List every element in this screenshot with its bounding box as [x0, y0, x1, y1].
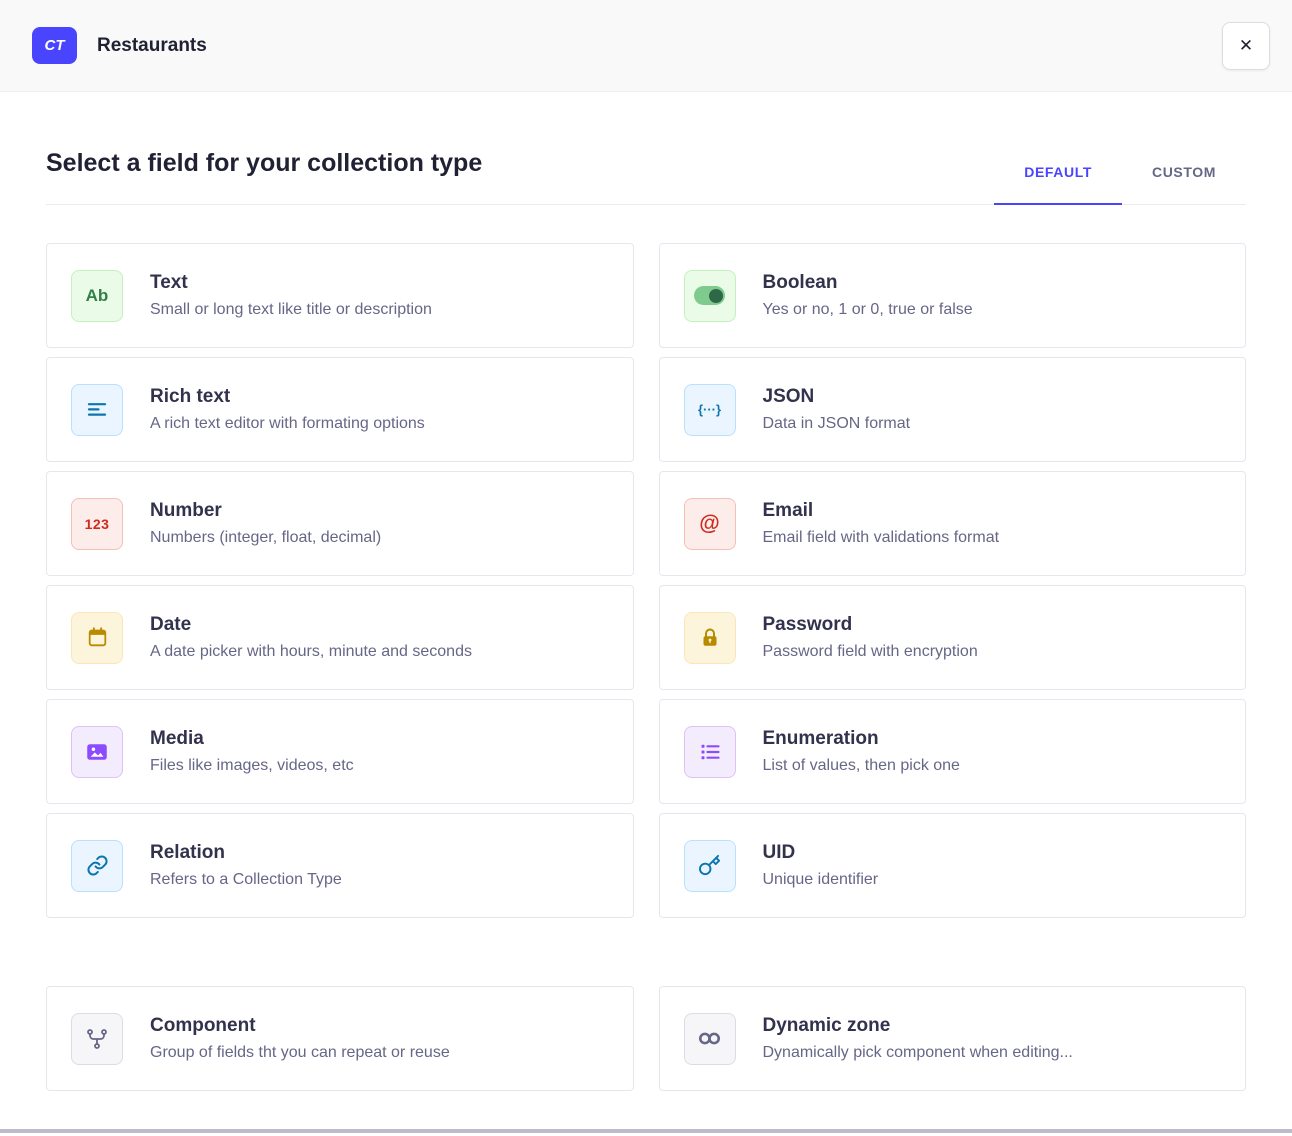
- tab-default[interactable]: DEFAULT: [994, 164, 1122, 204]
- tab-custom[interactable]: CUSTOM: [1122, 164, 1246, 204]
- calendar-icon: [71, 612, 123, 664]
- field-card-password[interactable]: Password Password field with encryption: [659, 585, 1247, 690]
- fields-grid: Ab Text Small or long text like title or…: [46, 243, 1246, 918]
- field-description: Small or long text like title or descrip…: [150, 301, 432, 319]
- dynamic-zone-infinity-icon: [684, 1013, 736, 1065]
- title-row: Select a field for your collection type …: [46, 148, 1246, 205]
- field-card-relation[interactable]: Relation Refers to a Collection Type: [46, 813, 634, 918]
- tab-bar: DEFAULT CUSTOM: [994, 164, 1246, 204]
- field-card-dynamic-zone[interactable]: Dynamic zone Dynamically pick component …: [659, 986, 1247, 1091]
- modal-footer-divider: [0, 1129, 1292, 1133]
- field-description: Unique identifier: [763, 871, 879, 889]
- field-card-text[interactable]: Ab Text Small or long text like title or…: [46, 243, 634, 348]
- close-button[interactable]: ✕: [1222, 22, 1270, 70]
- field-card-media[interactable]: Media Files like images, videos, etc: [46, 699, 634, 804]
- field-title: Boolean: [763, 272, 973, 294]
- field-card-enumeration[interactable]: Enumeration List of values, then pick on…: [659, 699, 1247, 804]
- field-description: A date picker with hours, minute and sec…: [150, 643, 472, 661]
- enumeration-list-icon: [684, 726, 736, 778]
- field-card-boolean[interactable]: Boolean Yes or no, 1 or 0, true or false: [659, 243, 1247, 348]
- number-icon: 123: [71, 498, 123, 550]
- page-title: Select a field for your collection type: [46, 148, 482, 178]
- modal-title: Restaurants: [97, 35, 207, 57]
- field-description: Password field with encryption: [763, 643, 978, 661]
- field-card-email[interactable]: @ Email Email field with validations for…: [659, 471, 1247, 576]
- field-description: Files like images, videos, etc: [150, 757, 354, 775]
- content-type-badge: CT: [32, 27, 77, 64]
- email-icon: @: [684, 498, 736, 550]
- field-title: Dynamic zone: [763, 1015, 1073, 1037]
- field-description: Numbers (integer, float, decimal): [150, 529, 381, 547]
- text-field-icon: Ab: [71, 270, 123, 322]
- field-title: Password: [763, 614, 978, 636]
- rich-text-icon: [71, 384, 123, 436]
- field-title: Email: [763, 500, 1000, 522]
- boolean-toggle-icon: [684, 270, 736, 322]
- field-description: Refers to a Collection Type: [150, 871, 342, 889]
- field-title: Text: [150, 272, 432, 294]
- media-image-icon: [71, 726, 123, 778]
- field-card-number[interactable]: 123 Number Numbers (integer, float, deci…: [46, 471, 634, 576]
- field-title: JSON: [763, 386, 911, 408]
- field-description: Dynamically pick component when editing.…: [763, 1044, 1073, 1062]
- json-icon: {···}: [684, 384, 736, 436]
- field-title: UID: [763, 842, 879, 864]
- component-branch-icon: [71, 1013, 123, 1065]
- field-description: Data in JSON format: [763, 415, 911, 433]
- field-description: Email field with validations format: [763, 529, 1000, 547]
- field-card-rich-text[interactable]: Rich text A rich text editor with format…: [46, 357, 634, 462]
- field-title: Rich text: [150, 386, 425, 408]
- field-title: Media: [150, 728, 354, 750]
- field-title: Enumeration: [763, 728, 960, 750]
- uid-key-icon: [684, 840, 736, 892]
- field-title: Relation: [150, 842, 342, 864]
- field-title: Date: [150, 614, 472, 636]
- advanced-fields-grid: Component Group of fields tht you can re…: [46, 986, 1246, 1091]
- lock-icon: [684, 612, 736, 664]
- field-card-json[interactable]: {···} JSON Data in JSON format: [659, 357, 1247, 462]
- field-description: Group of fields tht you can repeat or re…: [150, 1044, 450, 1062]
- close-icon: ✕: [1239, 36, 1253, 56]
- field-description: Yes or no, 1 or 0, true or false: [763, 301, 973, 319]
- field-card-uid[interactable]: UID Unique identifier: [659, 813, 1247, 918]
- modal-header: CT Restaurants ✕: [0, 0, 1292, 92]
- field-card-date[interactable]: Date A date picker with hours, minute an…: [46, 585, 634, 690]
- field-card-component[interactable]: Component Group of fields tht you can re…: [46, 986, 634, 1091]
- content-type-badge-label: CT: [45, 37, 65, 54]
- relation-link-icon: [71, 840, 123, 892]
- field-title: Number: [150, 500, 381, 522]
- modal-body: Select a field for your collection type …: [0, 148, 1292, 1091]
- field-title: Component: [150, 1015, 450, 1037]
- field-description: A rich text editor with formating option…: [150, 415, 425, 433]
- field-description: List of values, then pick one: [763, 757, 960, 775]
